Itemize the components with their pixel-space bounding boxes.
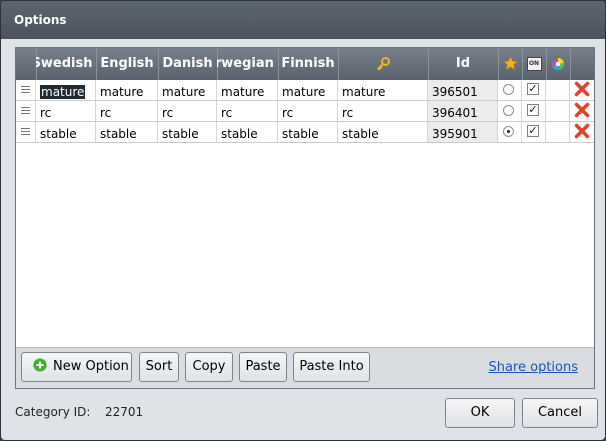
category-id-value: 22701 <box>105 405 144 419</box>
cell-english[interactable]: stable <box>96 122 158 142</box>
default-radio[interactable] <box>503 105 514 116</box>
cell-norwegian[interactable]: rc <box>217 101 278 121</box>
drag-handle-icon <box>21 107 30 116</box>
cell-key[interactable]: mature <box>338 80 428 100</box>
cell-swedish[interactable]: rc <box>36 101 96 121</box>
table-row[interactable]: mature mature mature mature mature matur… <box>16 80 594 101</box>
category-id-label: Category ID: <box>15 405 91 419</box>
cell-key[interactable]: rc <box>338 101 428 121</box>
grid-toolbar: New Option Sort Copy Paste Paste Into Sh… <box>16 347 594 388</box>
cell-norwegian[interactable]: mature <box>217 80 278 100</box>
delete-x-icon[interactable] <box>574 123 590 139</box>
new-option-button[interactable]: New Option <box>21 352 132 382</box>
options-dialog: Options Swedish English Danish Norwegian… <box>0 0 606 441</box>
table-row[interactable]: stable stable stable stable stable stabl… <box>16 122 594 143</box>
cell-danish[interactable]: mature <box>158 80 217 100</box>
cell-color[interactable] <box>546 122 570 142</box>
cell-id: 395901 <box>428 122 498 142</box>
cell-english[interactable]: rc <box>96 101 158 121</box>
cell-active: ✓ <box>522 101 546 121</box>
header-norwegian[interactable]: Norwegian <box>217 48 279 80</box>
copy-button[interactable]: Copy <box>185 352 233 382</box>
dialog-title: Options <box>1 1 605 39</box>
header-drag-column <box>16 48 37 80</box>
drag-handle-icon <box>21 128 30 137</box>
header-finnish[interactable]: Finnish <box>278 48 339 80</box>
header-id[interactable]: Id <box>428 48 499 80</box>
share-options-link[interactable]: Share options <box>488 360 578 375</box>
cell-id: 396401 <box>428 101 498 121</box>
header-active[interactable]: ON <box>522 48 547 80</box>
cell-norwegian[interactable]: stable <box>217 122 278 142</box>
cell-default <box>498 101 522 121</box>
cell-finnish[interactable]: rc <box>278 101 338 121</box>
cell-swedish[interactable]: mature <box>36 80 96 100</box>
cell-delete <box>570 101 594 121</box>
header-color[interactable] <box>546 48 571 80</box>
header-delete <box>570 48 594 80</box>
paste-into-button[interactable]: Paste Into <box>293 352 370 382</box>
table-row[interactable]: rc rc rc rc rc rc 396401 ✓ <box>16 101 594 122</box>
header-danish[interactable]: Danish <box>158 48 218 80</box>
paste-button[interactable]: Paste <box>239 352 287 382</box>
key-icon <box>376 56 390 70</box>
drag-handle[interactable] <box>16 122 36 142</box>
cell-danish[interactable]: stable <box>158 122 217 142</box>
on-toggle-icon: ON <box>526 56 542 71</box>
cell-default <box>498 122 522 142</box>
cell-delete <box>570 122 594 142</box>
drag-handle[interactable] <box>16 80 36 100</box>
cell-english[interactable]: mature <box>96 80 158 100</box>
cell-delete <box>570 80 594 100</box>
cell-finnish[interactable]: mature <box>278 80 338 100</box>
header-english[interactable]: English <box>96 48 159 80</box>
active-checkbox[interactable]: ✓ <box>527 125 539 137</box>
delete-x-icon[interactable] <box>574 81 590 97</box>
active-checkbox[interactable]: ✓ <box>527 83 539 95</box>
cell-finnish[interactable]: stable <box>278 122 338 142</box>
drag-handle-icon <box>21 86 30 95</box>
cell-swedish[interactable]: stable <box>36 122 96 142</box>
cell-id: 396501 <box>428 80 498 100</box>
cell-color[interactable] <box>546 101 570 121</box>
options-grid: Swedish English Danish Norwegian Finnish… <box>15 47 595 389</box>
default-radio[interactable] <box>503 126 514 137</box>
grid-header: Swedish English Danish Norwegian Finnish… <box>16 48 594 80</box>
sort-button[interactable]: Sort <box>139 352 179 382</box>
active-checkbox[interactable]: ✓ <box>527 104 539 116</box>
cancel-button[interactable]: Cancel <box>522 398 598 428</box>
header-swedish[interactable]: Swedish <box>36 48 97 80</box>
color-wheel-icon <box>551 57 565 70</box>
header-default[interactable] <box>498 48 523 80</box>
star-icon <box>502 56 518 70</box>
cell-active: ✓ <box>522 80 546 100</box>
new-option-label: New Option <box>53 359 129 374</box>
drag-handle[interactable] <box>16 101 36 121</box>
cell-active: ✓ <box>522 122 546 142</box>
add-icon <box>33 358 47 372</box>
cell-default <box>498 80 522 100</box>
default-radio[interactable] <box>503 84 514 95</box>
cell-key[interactable]: stable <box>338 122 428 142</box>
delete-x-icon[interactable] <box>574 102 590 118</box>
header-key[interactable] <box>338 48 429 80</box>
cell-danish[interactable]: rc <box>158 101 217 121</box>
ok-button[interactable]: OK <box>445 398 515 428</box>
cell-color[interactable] <box>546 80 570 100</box>
